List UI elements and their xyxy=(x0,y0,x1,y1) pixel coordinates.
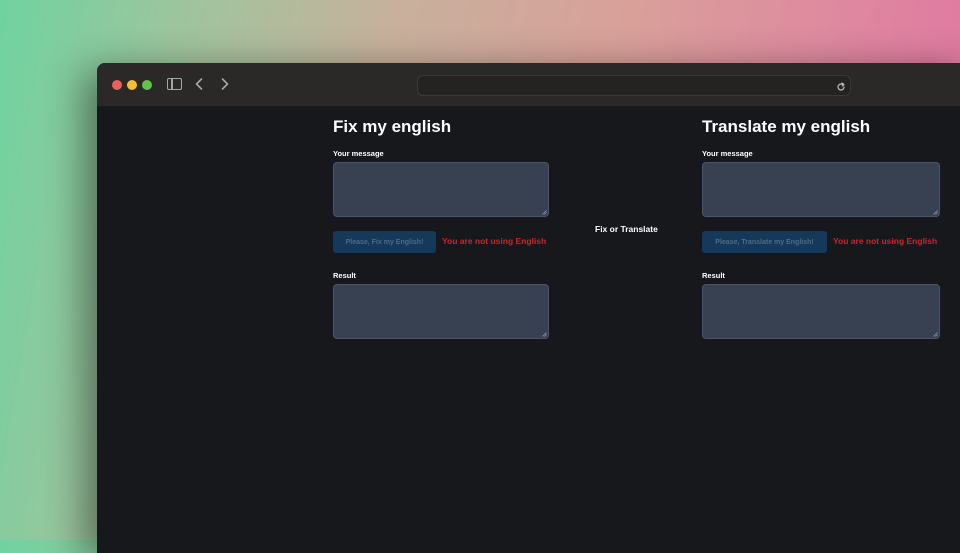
fix-result-textarea[interactable] xyxy=(333,284,549,339)
fix-result-label: Result xyxy=(333,271,356,280)
page-content: Fix my english Your message Please, Fix … xyxy=(97,107,960,553)
fix-english-button[interactable]: Please, Fix my English! xyxy=(333,231,436,253)
fix-error-text: You are not using English xyxy=(442,236,547,246)
minimize-window-button[interactable] xyxy=(127,80,137,90)
browser-window: Fix my english Your message Please, Fix … xyxy=(97,63,960,553)
fix-title: Fix my english xyxy=(333,117,452,136)
resize-grip-icon[interactable] xyxy=(542,210,547,215)
chevron-left-icon[interactable] xyxy=(195,77,203,95)
resize-grip-icon[interactable] xyxy=(933,332,938,337)
reload-icon[interactable] xyxy=(836,79,960,97)
address-bar[interactable] xyxy=(417,75,851,96)
fix-message-textarea[interactable] xyxy=(333,162,549,217)
resize-grip-icon[interactable] xyxy=(542,332,547,337)
translate-message-label: Your message xyxy=(702,149,753,158)
close-window-button[interactable] xyxy=(112,80,122,90)
fix-message-label: Your message xyxy=(333,149,384,158)
zoom-window-button[interactable] xyxy=(142,80,152,90)
chevron-right-icon[interactable] xyxy=(221,77,229,95)
translate-english-button[interactable]: Please, Translate my English! xyxy=(702,231,827,253)
resize-grip-icon[interactable] xyxy=(933,210,938,215)
translate-result-textarea[interactable] xyxy=(702,284,940,339)
translate-message-textarea[interactable] xyxy=(702,162,940,217)
fix-or-translate-toggle[interactable]: Fix or Translate xyxy=(595,224,658,234)
browser-toolbar xyxy=(97,63,960,107)
translate-error-text: You are not using English xyxy=(833,236,938,246)
translate-result-label: Result xyxy=(702,271,725,280)
sidebar-icon[interactable] xyxy=(167,78,182,90)
translate-title: Translate my english xyxy=(702,117,871,136)
